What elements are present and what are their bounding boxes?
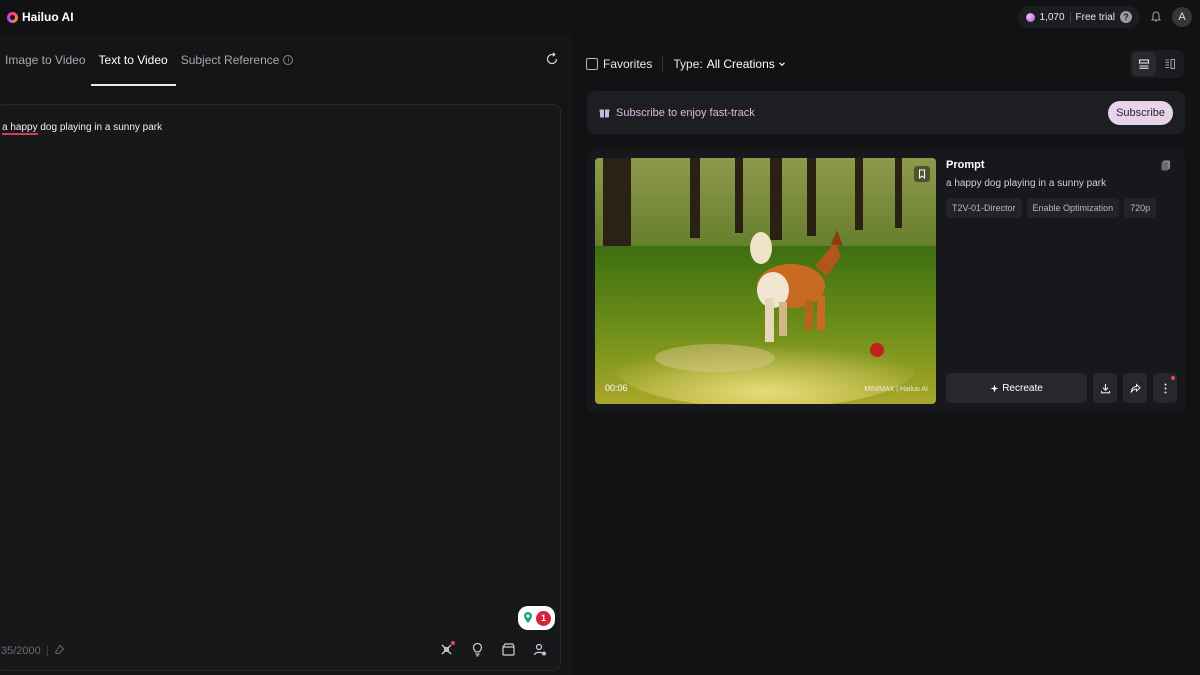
gift-icon bbox=[599, 109, 610, 118]
mode-tabs: Image to Video Text to Video Subject Ref… bbox=[0, 34, 572, 86]
grid-view-icon[interactable] bbox=[1158, 52, 1182, 76]
results-panel: Favorites Type: All Creations Subscribe … bbox=[572, 34, 1200, 675]
spellcheck-underlined-text: a happy bbox=[2, 122, 38, 135]
resolution-tag: 720p bbox=[1124, 198, 1157, 218]
notification-bell-icon[interactable] bbox=[1148, 9, 1164, 25]
brand-name: Hailuo AI bbox=[22, 10, 74, 24]
camera-movement-icon[interactable] bbox=[438, 641, 455, 658]
assistant-widget[interactable]: 1 bbox=[518, 606, 555, 630]
download-button[interactable] bbox=[1093, 373, 1117, 403]
prompt-text-rest: dog playing in a sunny park bbox=[37, 122, 163, 133]
type-label: Type: bbox=[673, 57, 703, 71]
sparkle-icon bbox=[990, 384, 999, 392]
more-vertical-icon bbox=[1164, 383, 1166, 393]
subscribe-text: Subscribe to enjoy fast-track bbox=[616, 106, 755, 119]
optimization-tag: Enable Optimization bbox=[1026, 198, 1120, 218]
video-info: Prompt a happy dog playing in a sunny pa… bbox=[946, 158, 1177, 404]
tab-label: Subject Reference bbox=[180, 53, 280, 67]
pin-icon bbox=[524, 612, 532, 623]
character-icon[interactable] bbox=[531, 641, 548, 658]
create-panel: Image to Video Text to Video Subject Ref… bbox=[0, 34, 572, 675]
new-dot bbox=[451, 641, 455, 645]
brand-logo[interactable]: Hailuo AI bbox=[7, 10, 74, 24]
top-bar: Hailuo AI 1,070 Free trial ? A bbox=[0, 0, 1200, 34]
prompt-editor[interactable]: a happy dog playing in a sunny park 1 35… bbox=[0, 104, 561, 671]
subscribe-button[interactable]: Subscribe bbox=[1108, 100, 1173, 125]
credits-pill[interactable]: 1,070 Free trial ? bbox=[1017, 6, 1140, 28]
bookmark-icon[interactable] bbox=[914, 166, 930, 182]
video-duration: 00:06 bbox=[605, 383, 628, 393]
hailuo-logo-icon bbox=[7, 11, 18, 23]
video-tags: T2V-01-Director Enable Optimization 720p bbox=[946, 198, 1176, 218]
credit-gem-icon bbox=[1025, 12, 1035, 22]
credits-divider bbox=[1069, 12, 1071, 22]
subscribe-banner: Subscribe to enjoy fast-track Subscribe bbox=[587, 91, 1185, 134]
tab-label: Text to Video bbox=[98, 53, 168, 67]
prompt-heading: Prompt bbox=[946, 159, 985, 171]
favorites-checkbox[interactable] bbox=[586, 58, 598, 70]
share-button[interactable] bbox=[1123, 373, 1147, 403]
more-options-button[interactable] bbox=[1153, 373, 1177, 403]
reset-icon[interactable] bbox=[544, 51, 560, 67]
share-icon bbox=[1130, 382, 1141, 393]
video-watermark: MINIMAX | Hailuo AI bbox=[864, 386, 928, 393]
clapperboard-icon[interactable] bbox=[500, 641, 517, 658]
user-avatar[interactable]: A bbox=[1172, 7, 1192, 27]
dog-in-park-image bbox=[595, 158, 936, 404]
view-toggle bbox=[1130, 50, 1184, 78]
list-view-icon[interactable] bbox=[1132, 52, 1156, 76]
tab-text-to-video[interactable]: Text to Video bbox=[90, 34, 181, 86]
copy-icon[interactable] bbox=[1160, 158, 1172, 171]
recreate-label: Recreate bbox=[1002, 382, 1043, 394]
favorites-label[interactable]: Favorites bbox=[603, 57, 652, 71]
prompt-input[interactable]: a happy dog playing in a sunny park bbox=[2, 122, 163, 135]
video-actions: Recreate bbox=[946, 373, 1177, 403]
inspiration-bulb-icon[interactable] bbox=[469, 641, 486, 658]
prompt-tools bbox=[438, 641, 548, 658]
model-tag: T2V-01-Director bbox=[946, 198, 1022, 218]
counter-divider bbox=[46, 646, 48, 656]
download-icon bbox=[1100, 383, 1110, 393]
type-dropdown[interactable]: All Creations bbox=[707, 57, 786, 71]
credits-count: 1,070 bbox=[1039, 11, 1065, 23]
video-card: 00:06 MINIMAX | Hailuo AI Prompt a happy… bbox=[587, 148, 1185, 413]
eraser-icon[interactable] bbox=[54, 644, 65, 658]
video-prompt-text: a happy dog playing in a sunny park bbox=[946, 178, 1107, 189]
char-count-text: 35/2000 bbox=[1, 645, 41, 657]
chevron-down-icon bbox=[778, 62, 785, 67]
notification-count-badge: 1 bbox=[536, 610, 551, 626]
new-dot bbox=[1171, 376, 1175, 380]
recreate-button[interactable]: Recreate bbox=[946, 373, 1087, 403]
top-right-controls: 1,070 Free trial ? A bbox=[1017, 6, 1192, 28]
free-trial-label[interactable]: Free trial bbox=[1076, 12, 1115, 23]
type-dropdown-value: All Creations bbox=[706, 57, 775, 71]
filter-divider bbox=[662, 56, 664, 72]
char-counter: 35/2000 bbox=[1, 644, 65, 658]
tab-image-to-video[interactable]: Image to Video bbox=[5, 34, 99, 86]
filter-bar: Favorites Type: All Creations bbox=[586, 51, 1186, 77]
help-icon[interactable]: ? bbox=[1120, 11, 1132, 23]
video-thumbnail[interactable]: 00:06 MINIMAX | Hailuo AI bbox=[595, 158, 936, 404]
tab-label: Image to Video bbox=[5, 53, 86, 67]
tab-subject-reference[interactable]: Subject Reference i bbox=[181, 34, 307, 86]
subscribe-message: Subscribe to enjoy fast-track bbox=[598, 106, 755, 119]
info-icon[interactable]: i bbox=[283, 55, 294, 65]
